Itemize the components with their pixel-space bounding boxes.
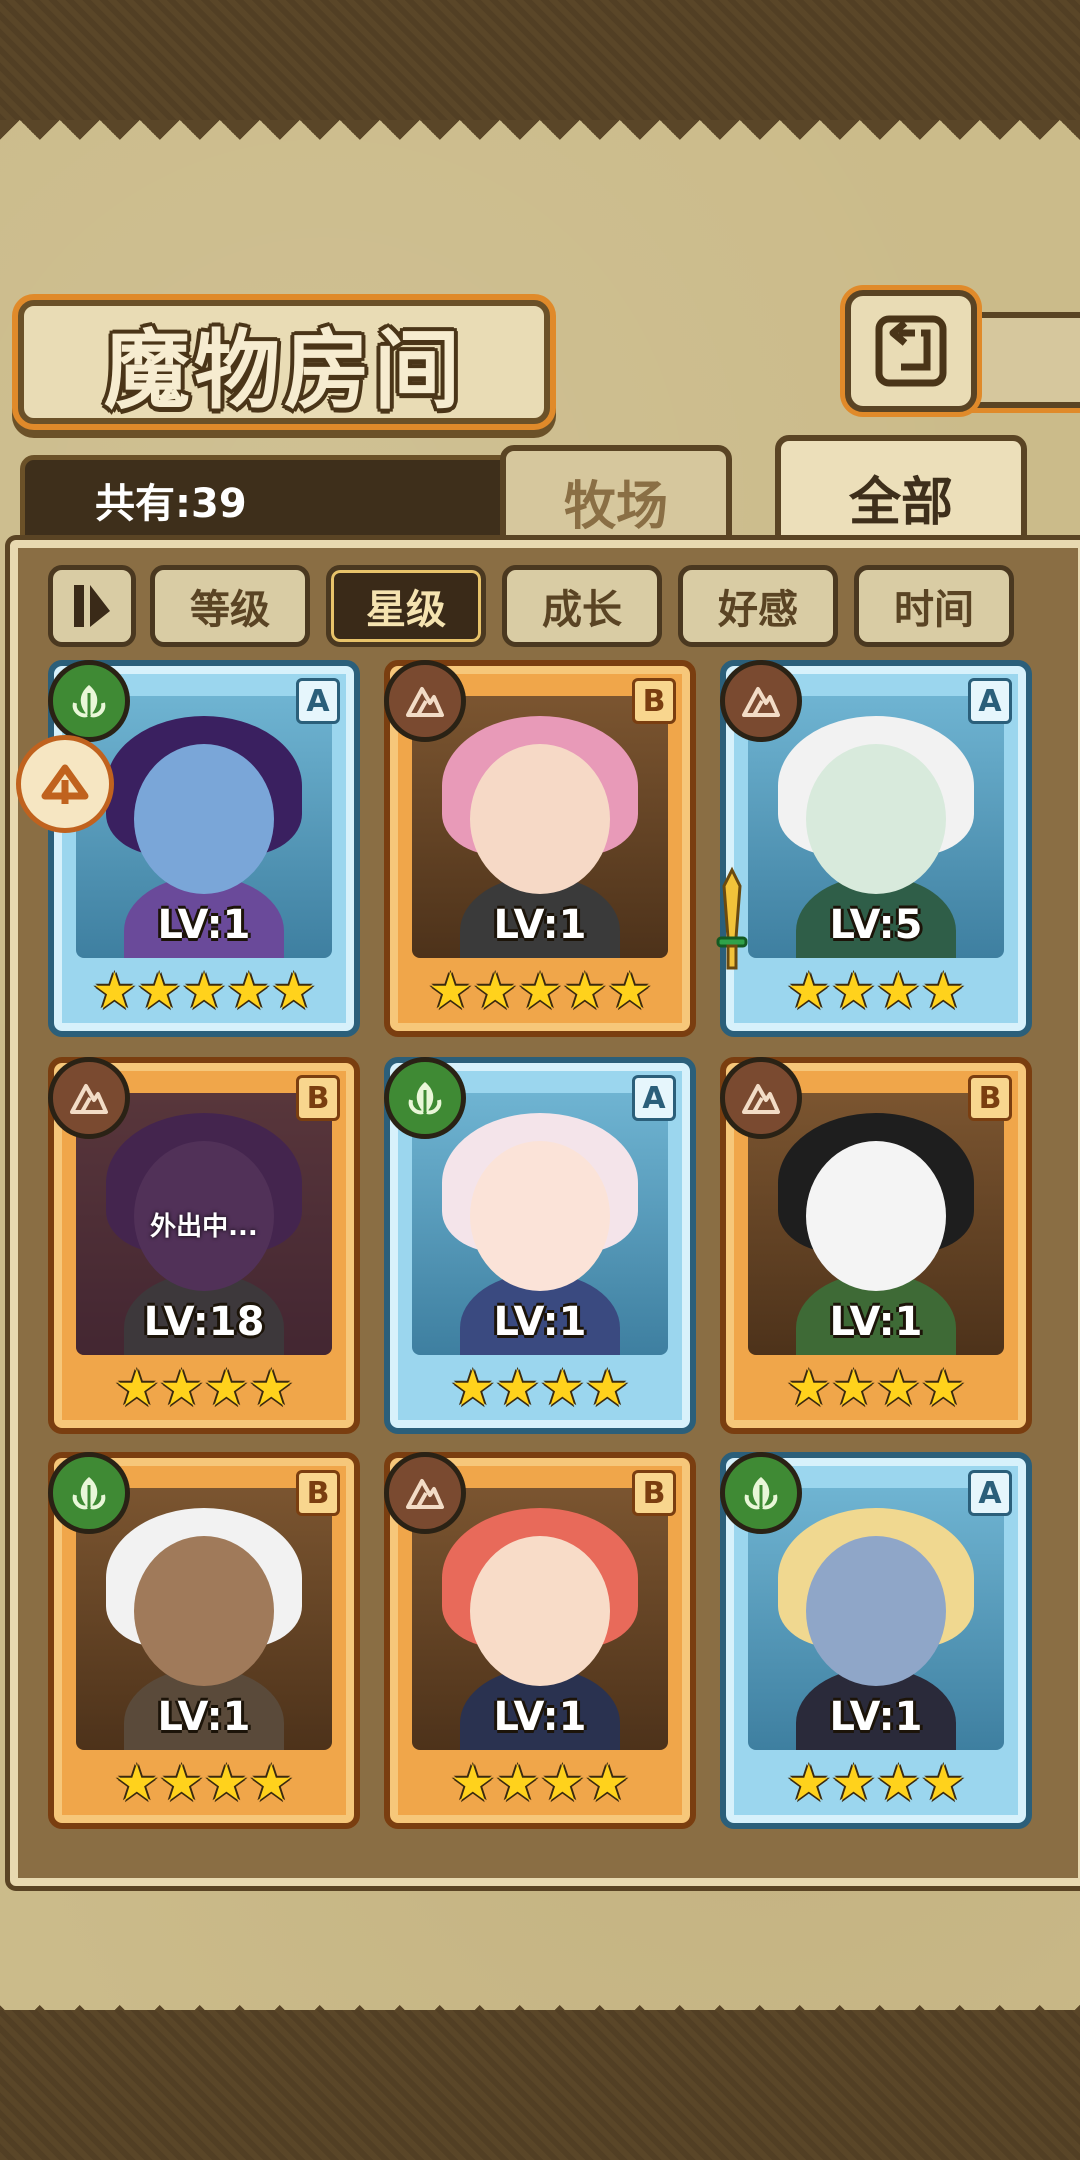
- sort-order-button[interactable]: [48, 565, 136, 647]
- star-rating: ★★★★: [726, 1363, 1026, 1413]
- monster-level: LV:1: [493, 1694, 587, 1740]
- monster-level: LV:18: [143, 1299, 265, 1345]
- monster-card[interactable]: A LV:1 ★★★★: [384, 1057, 696, 1434]
- star-rating: ★★★★: [54, 1363, 354, 1413]
- page-title: 魔物房间: [104, 319, 464, 421]
- rarity-rank: B: [296, 1075, 340, 1121]
- star-rating: ★★★★: [54, 1758, 354, 1808]
- rarity-rank: B: [968, 1075, 1012, 1121]
- monster-level: LV:5: [829, 902, 923, 948]
- filter-growth-label: 成长: [542, 587, 622, 633]
- portrait-face: [806, 744, 946, 894]
- filter-level-label: 等级: [190, 587, 270, 633]
- earth-icon: [48, 1057, 130, 1139]
- filter-affection-label: 好感: [718, 587, 798, 633]
- monster-card[interactable]: 外出中... B LV:18 ★★★★: [48, 1057, 360, 1434]
- star-rating: ★★★★: [726, 1758, 1026, 1808]
- monster-card[interactable]: B LV:1 ★★★★: [384, 1452, 696, 1829]
- star-rating: ★★★★: [726, 966, 1026, 1016]
- monster-count: 共有:39: [95, 481, 247, 527]
- nature-icon: [384, 1057, 466, 1139]
- portrait-face: [470, 1141, 610, 1291]
- monster-card[interactable]: A LV:5 ★★★★: [716, 660, 1032, 1037]
- filter-growth[interactable]: 成长: [502, 565, 662, 647]
- earth-icon: [720, 1057, 802, 1139]
- star-icons: ★★★★: [786, 1754, 966, 1812]
- nature-icon: [48, 660, 130, 742]
- monster-card[interactable]: B LV:1 ★★★★★: [384, 660, 696, 1037]
- portrait-face: [134, 1536, 274, 1686]
- earth-icon: [384, 660, 466, 742]
- monster-card[interactable]: A LV:1 ★★★★: [720, 1452, 1032, 1829]
- rarity-rank: A: [968, 678, 1012, 724]
- filter-level[interactable]: 等级: [150, 565, 310, 647]
- portrait-face: [470, 1536, 610, 1686]
- star-rating: ★★★★: [390, 1363, 690, 1413]
- equipped-sword-icon: [712, 866, 752, 976]
- filter-time[interactable]: 时间: [854, 565, 1014, 647]
- portrait-face: [134, 744, 274, 894]
- zigzag-border-top: [0, 120, 1080, 160]
- team-marker-icon: [41, 764, 89, 804]
- team-marker-button[interactable]: [16, 735, 114, 833]
- nature-icon: [720, 1452, 802, 1534]
- monster-level: LV:1: [829, 1694, 923, 1740]
- rarity-rank: B: [632, 1470, 676, 1516]
- back-button-rail: [960, 312, 1080, 408]
- title-plate: 魔物房间: [18, 300, 550, 424]
- monster-count-bar: 共有:39: [20, 455, 550, 545]
- return-arrow-icon: [875, 315, 947, 387]
- monster-level: LV:1: [493, 902, 587, 948]
- monster-card[interactable]: B LV:1 ★★★★: [720, 1057, 1032, 1434]
- monster-level: LV:1: [157, 1694, 251, 1740]
- star-rating: ★★★★★: [390, 966, 690, 1016]
- rarity-rank: A: [296, 678, 340, 724]
- away-status: 外出中...: [150, 1211, 258, 1242]
- earth-icon: [720, 660, 802, 742]
- star-icons: ★★★★: [786, 1359, 966, 1417]
- filter-time-label: 时间: [894, 587, 974, 633]
- monster-level: LV:1: [829, 1299, 923, 1345]
- filter-affection[interactable]: 好感: [678, 565, 838, 647]
- portrait-face: [806, 1536, 946, 1686]
- star-icons: ★★★★: [450, 1754, 630, 1812]
- star-icons: ★★★★★: [91, 962, 317, 1020]
- earth-icon: [384, 1452, 466, 1534]
- star-icons: ★★★★: [450, 1359, 630, 1417]
- star-icons: ★★★★: [114, 1754, 294, 1812]
- tab-all-label: 全部: [848, 471, 953, 533]
- filter-stars[interactable]: 星级: [326, 565, 486, 647]
- rarity-rank: A: [632, 1075, 676, 1121]
- star-icons: ★★★★★: [427, 962, 653, 1020]
- bottom-border: [0, 2010, 1080, 2160]
- monster-card[interactable]: A LV:1 ★★★★★: [48, 660, 360, 1037]
- top-border: [0, 0, 1080, 130]
- monster-card[interactable]: B LV:1 ★★★★: [48, 1452, 360, 1829]
- back-button[interactable]: [845, 290, 977, 412]
- filter-stars-label: 星级: [366, 587, 446, 633]
- star-rating: ★★★★: [390, 1758, 690, 1808]
- portrait-face: [806, 1141, 946, 1291]
- monster-level: LV:1: [493, 1299, 587, 1345]
- portrait-face: [470, 744, 610, 894]
- tab-ranch-label: 牧场: [563, 475, 668, 537]
- star-icons: ★★★★: [114, 1359, 294, 1417]
- star-icons: ★★★★: [786, 962, 966, 1020]
- nature-icon: [48, 1452, 130, 1534]
- rarity-rank: A: [968, 1470, 1012, 1516]
- sort-order-icon: [74, 585, 110, 627]
- rarity-rank: B: [632, 678, 676, 724]
- rarity-rank: B: [296, 1470, 340, 1516]
- monster-level: LV:1: [157, 902, 251, 948]
- star-rating: ★★★★★: [54, 966, 354, 1016]
